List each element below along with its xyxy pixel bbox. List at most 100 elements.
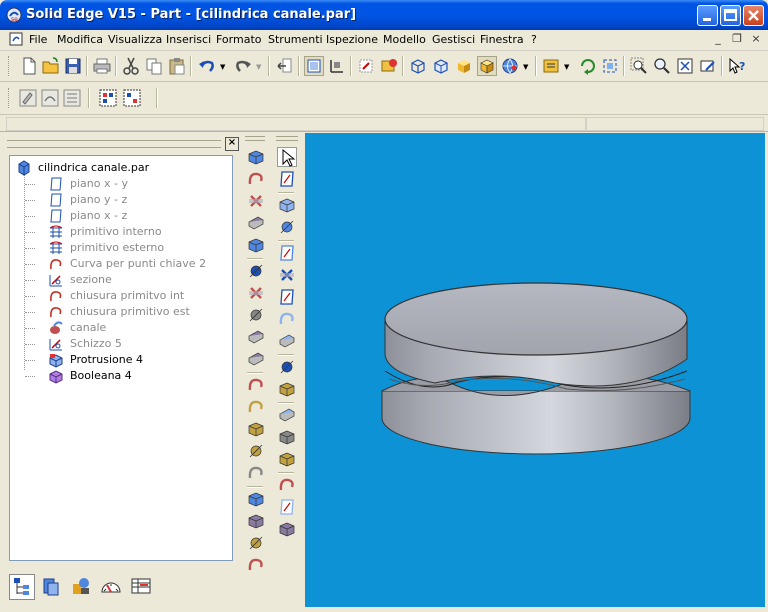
select-parts-button[interactable] bbox=[98, 88, 118, 108]
render-options-button[interactable] bbox=[500, 56, 520, 76]
edgebar-header[interactable]: × bbox=[5, 135, 239, 151]
revolve-tool-button[interactable] bbox=[246, 169, 266, 189]
rotate-surface-button[interactable] bbox=[277, 217, 297, 237]
extrude-surface-button[interactable] bbox=[277, 195, 297, 215]
new-button[interactable] bbox=[19, 56, 39, 76]
whats-this-help-button[interactable]: ? bbox=[727, 56, 747, 76]
sweep-tool-button[interactable] bbox=[246, 213, 266, 233]
toolbar-grip[interactable] bbox=[8, 56, 12, 76]
toolbar-grip[interactable] bbox=[8, 88, 12, 108]
undo-dropdown-icon[interactable]: ▼ bbox=[220, 63, 225, 71]
thin-wall-tool-button[interactable] bbox=[246, 327, 266, 347]
menu-gestisci[interactable]: Gestisci bbox=[432, 33, 475, 46]
fit-all-button[interactable] bbox=[675, 56, 695, 76]
mdi-restore-button[interactable]: ❐ bbox=[729, 32, 745, 47]
menu-inserisci[interactable]: Inserisci bbox=[166, 33, 211, 46]
menu-file[interactable]: File bbox=[29, 33, 47, 46]
save-button[interactable] bbox=[63, 56, 83, 76]
zoom-area-button[interactable] bbox=[629, 56, 649, 76]
named-views-button[interactable] bbox=[541, 56, 561, 76]
pan-button[interactable] bbox=[698, 56, 718, 76]
render-dropdown-icon[interactable]: ▼ bbox=[523, 63, 528, 71]
keypoint-curve-button[interactable] bbox=[277, 475, 297, 495]
rib-tool-button[interactable] bbox=[246, 349, 266, 369]
zoom-button[interactable] bbox=[652, 56, 672, 76]
tab-dashboard[interactable] bbox=[99, 574, 125, 600]
part-model[interactable] bbox=[305, 133, 765, 607]
sketch-view-button[interactable] bbox=[356, 56, 376, 76]
toolbar-grip[interactable] bbox=[276, 136, 298, 141]
named-views-dropdown-icon[interactable]: ▼ bbox=[564, 63, 569, 71]
thicken-button[interactable] bbox=[277, 427, 297, 447]
copy-button[interactable] bbox=[144, 56, 164, 76]
web-network-tool-button[interactable] bbox=[246, 441, 266, 461]
axis-tool-button[interactable] bbox=[277, 265, 297, 285]
redo-dropdown-icon[interactable]: ▼ bbox=[256, 63, 261, 71]
tab-family[interactable] bbox=[129, 574, 155, 600]
feature-table-button[interactable] bbox=[62, 88, 82, 108]
select-arrow-button[interactable] bbox=[277, 147, 297, 167]
replace-face-tool-button[interactable] bbox=[246, 555, 266, 575]
bounded-surface-button[interactable] bbox=[277, 331, 297, 351]
chamfer-tool-button[interactable] bbox=[246, 305, 266, 325]
open-button[interactable] bbox=[41, 56, 61, 76]
lip-tool-button[interactable] bbox=[246, 463, 266, 483]
fit-button[interactable] bbox=[600, 56, 620, 76]
deselect-parts-button[interactable] bbox=[122, 88, 142, 108]
wireframe-button[interactable] bbox=[408, 56, 428, 76]
tab-feature-pathfinder[interactable] bbox=[9, 574, 35, 600]
coordinate-system-button[interactable] bbox=[277, 243, 297, 263]
split-face-button[interactable] bbox=[277, 379, 297, 399]
shaded-visible-edges-button[interactable] bbox=[477, 56, 497, 76]
offset-surface-button[interactable] bbox=[277, 405, 297, 425]
toolbar-grip[interactable] bbox=[245, 136, 265, 141]
menu-modifica[interactable]: Modifica bbox=[57, 33, 103, 46]
rotate-view-button[interactable] bbox=[578, 56, 598, 76]
feature-edit-button[interactable] bbox=[18, 88, 38, 108]
menu-visualizza[interactable]: Visualizza bbox=[108, 33, 162, 46]
loft-tool-button[interactable] bbox=[246, 235, 266, 255]
menu-modello[interactable]: Modello bbox=[383, 33, 426, 46]
select-tool-button[interactable] bbox=[304, 56, 324, 76]
menu-strumenti[interactable]: Strumenti bbox=[268, 33, 323, 46]
shaded-button[interactable] bbox=[454, 56, 474, 76]
swept-cut-tool-button[interactable] bbox=[246, 397, 266, 417]
round-tool-button[interactable] bbox=[246, 283, 266, 303]
copy-part-tool-button[interactable] bbox=[246, 533, 266, 553]
document-icon[interactable] bbox=[9, 32, 23, 46]
cut-button[interactable] bbox=[121, 56, 141, 76]
paste-button[interactable] bbox=[167, 56, 187, 76]
cutout-tool-button[interactable] bbox=[246, 191, 266, 211]
menu-formato[interactable]: Formato bbox=[216, 33, 262, 46]
stitch-surface-button[interactable] bbox=[277, 449, 297, 469]
edgebar-close-button[interactable]: × bbox=[225, 137, 239, 151]
mdi-close-button[interactable]: × bbox=[748, 32, 764, 47]
mirror-tool-button[interactable] bbox=[246, 511, 266, 531]
draft-tool-button[interactable] bbox=[246, 419, 266, 439]
edgebar-grip[interactable] bbox=[7, 140, 221, 148]
relationship-button[interactable] bbox=[327, 56, 347, 76]
protrusion-tool-button[interactable] bbox=[246, 147, 266, 167]
bluesurf-button[interactable] bbox=[277, 309, 297, 329]
reference-plane-button[interactable] bbox=[277, 169, 297, 189]
fit-section-button[interactable] bbox=[379, 56, 399, 76]
hidden-edges-button[interactable] bbox=[431, 56, 451, 76]
window-titlebar[interactable]: se Solid Edge V15 - Part - [cilindrica c… bbox=[0, 0, 768, 30]
close-button[interactable] bbox=[743, 5, 764, 26]
graphics-window[interactable] bbox=[305, 133, 765, 607]
pattern-tool-button[interactable] bbox=[246, 489, 266, 509]
minimize-button[interactable] bbox=[697, 5, 718, 26]
undo-button[interactable] bbox=[197, 56, 217, 76]
menu-ispezione[interactable]: Ispezione bbox=[326, 33, 378, 46]
maximize-button[interactable] bbox=[720, 5, 741, 26]
tab-sensors[interactable] bbox=[69, 574, 95, 600]
menu-help[interactable]: ? bbox=[531, 33, 537, 46]
extend-surface-button[interactable] bbox=[277, 519, 297, 539]
menu-finestra[interactable]: Finestra bbox=[480, 33, 524, 46]
sketch-plane-button[interactable] bbox=[277, 287, 297, 307]
intersection-curve-button[interactable] bbox=[277, 357, 297, 377]
print-button[interactable] bbox=[92, 56, 112, 76]
hole-tool-button[interactable] bbox=[246, 261, 266, 281]
mdi-minimize-button[interactable]: _ bbox=[710, 32, 726, 47]
helix-tool-button[interactable] bbox=[246, 375, 266, 395]
